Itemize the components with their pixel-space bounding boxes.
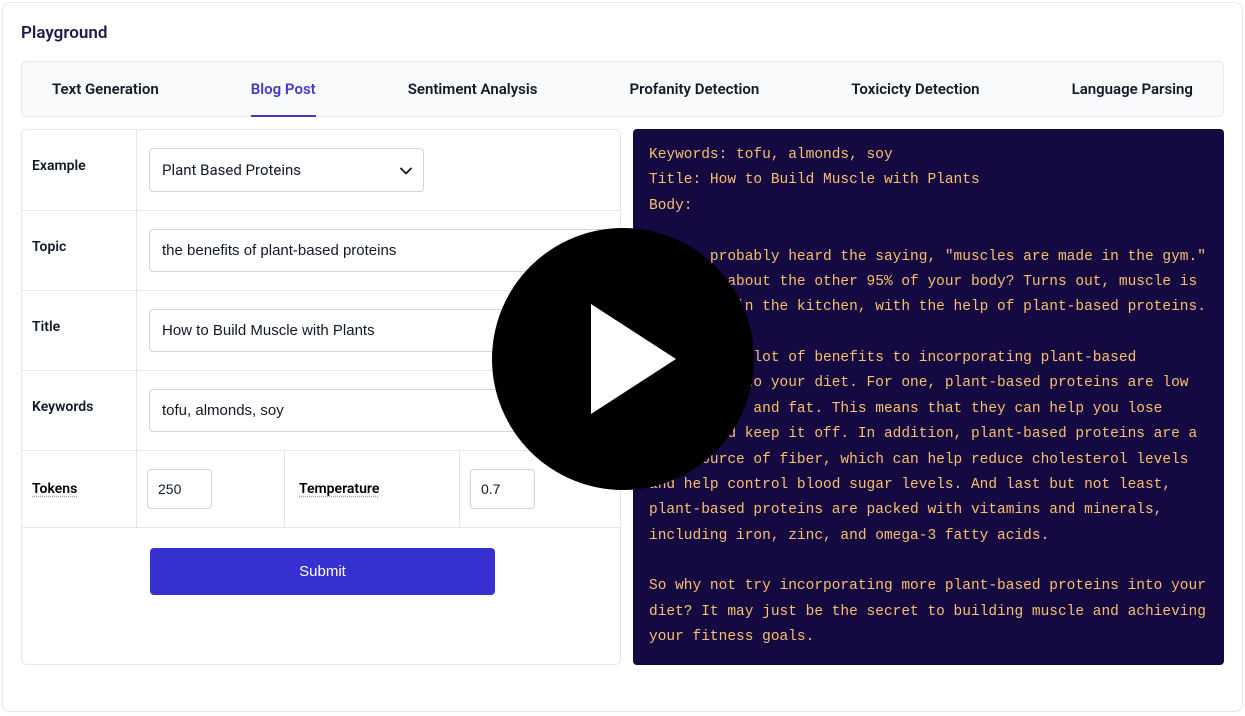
output-body-p3: So why not try incorporating more plant-…	[649, 574, 1208, 650]
row-example: Example Plant Based Proteins	[22, 130, 620, 211]
play-icon	[591, 304, 676, 414]
output-title: Title: How to Build Muscle with Plants	[649, 168, 1208, 193]
tab-toxicity-detection[interactable]: Toxicicty Detection	[851, 62, 979, 116]
tab-profanity-detection[interactable]: Profanity Detection	[630, 62, 760, 116]
label-example: Example	[22, 130, 137, 210]
label-keywords: Keywords	[22, 371, 137, 450]
row-submit: Submit	[22, 528, 620, 619]
tab-sentiment-analysis[interactable]: Sentiment Analysis	[408, 62, 538, 116]
submit-button[interactable]: Submit	[150, 548, 495, 595]
tab-blog-post[interactable]: Blog Post	[251, 62, 316, 116]
label-title: Title	[22, 291, 137, 370]
output-body-label: Body:	[649, 194, 1208, 219]
label-tokens: Tokens	[32, 481, 77, 497]
example-select[interactable]: Plant Based Proteins	[149, 148, 424, 192]
tabs-bar: Text Generation Blog Post Sentiment Anal…	[21, 61, 1224, 117]
label-topic: Topic	[22, 211, 137, 290]
row-params: Tokens Temperature	[22, 451, 620, 528]
temperature-input[interactable]	[470, 469, 535, 509]
tokens-input[interactable]	[147, 469, 212, 509]
page-title: Playground	[3, 3, 1242, 61]
output-keywords: Keywords: tofu, almonds, soy	[649, 143, 1208, 168]
label-temperature: Temperature	[299, 481, 379, 497]
tab-language-parsing[interactable]: Language Parsing	[1072, 62, 1193, 116]
tab-text-generation[interactable]: Text Generation	[52, 62, 159, 116]
play-button-overlay[interactable]	[492, 228, 754, 490]
